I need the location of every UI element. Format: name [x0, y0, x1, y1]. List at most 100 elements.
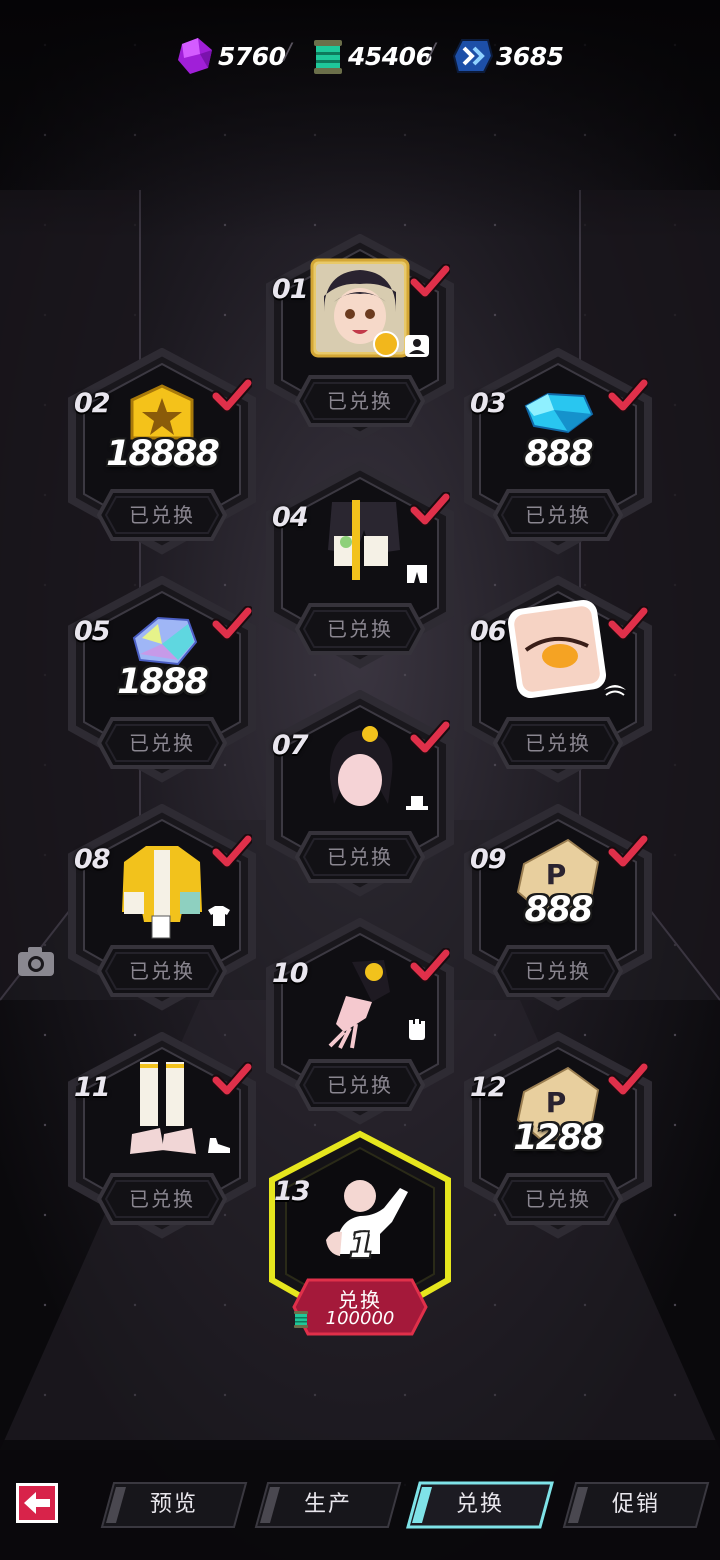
- reward-node-10[interactable]: 10 已兑换: [260, 918, 460, 1138]
- reward-node-03[interactable]: 03 888 已兑换: [458, 348, 658, 568]
- redeem-button[interactable]: 兑换 100000: [292, 1278, 428, 1336]
- pants-icon: [407, 565, 427, 583]
- redeemed-button[interactable]: 已兑换: [96, 488, 228, 542]
- tab-label: 兑换: [455, 1492, 504, 1517]
- reward-number: 02: [74, 388, 111, 419]
- tab-label: 生产: [303, 1492, 352, 1517]
- coin-amount: 3685: [496, 41, 564, 71]
- tab-label: 促销: [611, 1492, 660, 1517]
- check-icon: [212, 378, 252, 413]
- exchange-screen: 5760 45406 3685 / / 01 已兑换 02 18888 已兑换 …: [0, 0, 720, 1560]
- shirt-icon: [208, 906, 230, 926]
- reward-number: 13: [274, 1176, 311, 1207]
- redeemed-button[interactable]: 已兑换: [294, 374, 426, 428]
- check-icon: [608, 378, 648, 413]
- reward-node-09[interactable]: P 09 888 已兑换: [458, 804, 658, 1024]
- currency-crystal: 5760: [174, 34, 286, 78]
- reward-number: 05: [74, 616, 111, 647]
- reward-node-12[interactable]: P 12 1288 已兑换: [458, 1032, 658, 1252]
- camera-icon[interactable]: [16, 944, 56, 978]
- check-icon: [410, 492, 450, 527]
- leg-warmers-sneakers-icon: [130, 1062, 196, 1154]
- hairstyle-icon: [329, 726, 393, 806]
- check-icon: [212, 606, 252, 641]
- reward-node-08[interactable]: 08 已兑换: [62, 804, 262, 1024]
- reward-number: 06: [470, 616, 507, 647]
- redeemed-label: 已兑换: [327, 617, 393, 641]
- currency-bar: 5760 45406 3685 / /: [0, 34, 720, 78]
- tab-2[interactable]: 兑换: [406, 1481, 554, 1529]
- reward-amount: 18888: [106, 434, 220, 474]
- reward-amount: 1288: [513, 1118, 604, 1158]
- redeemed-label: 已兑换: [129, 959, 195, 983]
- reward-number: 08: [74, 844, 111, 875]
- reward-node-07[interactable]: 07 已兑换: [260, 690, 460, 910]
- reward-node-01[interactable]: 01 已兑换: [260, 234, 460, 454]
- reward-number: 01: [272, 274, 309, 305]
- crystal-amount: 5760: [218, 41, 286, 71]
- currency-separator: /: [284, 40, 292, 65]
- reward-number: 09: [470, 844, 507, 875]
- shoe-icon: [208, 1138, 230, 1153]
- hat-icon: [406, 796, 428, 810]
- redeemed-button[interactable]: 已兑换: [294, 830, 426, 884]
- eye-icon: [604, 685, 626, 696]
- currency-coin: 3685: [452, 34, 564, 78]
- redeemed-button[interactable]: 已兑换: [96, 944, 228, 998]
- reward-node-11[interactable]: 11 已兑换: [62, 1032, 262, 1252]
- check-icon: [212, 1062, 252, 1097]
- redeemed-button[interactable]: 已兑换: [492, 716, 624, 770]
- redeemed-label: 已兑换: [129, 503, 195, 527]
- redeemed-button[interactable]: 已兑换: [294, 1058, 426, 1112]
- reward-number: 03: [470, 388, 507, 419]
- glove-icon: [328, 960, 390, 1049]
- redeemed-button[interactable]: 已兑换: [492, 1172, 624, 1226]
- tab-1[interactable]: 生产: [254, 1481, 402, 1529]
- check-icon: [608, 1062, 648, 1097]
- reward-number: 12: [470, 1072, 507, 1103]
- redeem-cost: 100000: [292, 1308, 428, 1329]
- ticket-amount: 45406: [348, 41, 433, 71]
- quantity-badge: 1: [350, 1226, 374, 1266]
- redeemed-label: 已兑换: [525, 503, 591, 527]
- character-portrait-icon: [310, 258, 410, 358]
- check-icon: [212, 834, 252, 869]
- redeemed-label: 已兑换: [525, 959, 591, 983]
- tab-0[interactable]: 预览: [100, 1481, 248, 1529]
- check-icon: [608, 606, 648, 641]
- redeemed-button[interactable]: 已兑换: [294, 602, 426, 656]
- redeemed-button[interactable]: 已兑换: [492, 488, 624, 542]
- check-icon: [410, 264, 450, 299]
- reward-node-02[interactable]: 02 18888 已兑换: [62, 348, 262, 568]
- reward-number: 07: [272, 730, 309, 761]
- blue-chevron-coin-icon: [452, 39, 494, 73]
- redeemed-label: 已兑换: [129, 731, 195, 755]
- redeemed-label: 已兑换: [327, 845, 393, 869]
- reward-number: 04: [272, 502, 309, 533]
- svg-text:P: P: [546, 1086, 567, 1119]
- redeemed-label: 已兑换: [327, 389, 393, 413]
- reward-node-13[interactable]: 13 1 兑换 100000: [262, 1130, 458, 1340]
- reward-node-06[interactable]: 06 已兑换: [458, 576, 658, 796]
- reward-amount: 1888: [117, 662, 208, 702]
- reward-node-04[interactable]: 04 已兑换: [260, 462, 460, 682]
- tab-label: 预览: [149, 1492, 198, 1517]
- tab-3[interactable]: 促销: [562, 1481, 710, 1529]
- check-icon: [608, 834, 648, 869]
- redeemed-button[interactable]: 已兑换: [96, 1172, 228, 1226]
- redeemed-button[interactable]: 已兑换: [96, 716, 228, 770]
- reward-node-05[interactable]: 05 1888 已兑换: [62, 576, 262, 796]
- back-button[interactable]: [16, 1483, 58, 1523]
- check-icon: [410, 948, 450, 983]
- redeem-cost-value: 100000: [325, 1308, 395, 1329]
- green-ticket-icon: [294, 1311, 308, 1328]
- reward-amount: 888: [524, 890, 593, 930]
- green-ticket-icon: [314, 40, 342, 74]
- redeemed-label: 已兑换: [327, 1073, 393, 1097]
- reward-number: 11: [74, 1072, 111, 1103]
- svg-text:P: P: [546, 858, 567, 891]
- redeemed-button[interactable]: 已兑换: [492, 944, 624, 998]
- reward-number: 10: [272, 958, 309, 989]
- redeemed-label: 已兑换: [525, 1187, 591, 1211]
- redeemed-label: 已兑换: [129, 1187, 195, 1211]
